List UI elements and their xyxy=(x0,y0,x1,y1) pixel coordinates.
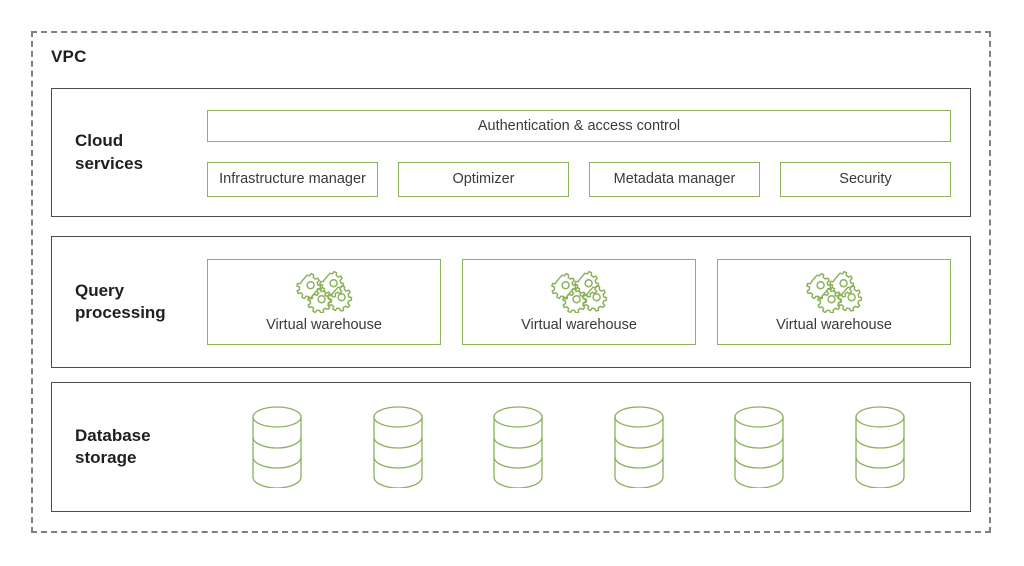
database-cylinder-icon-6[interactable] xyxy=(854,406,906,488)
database-storage-content xyxy=(207,383,970,511)
layer-label-query-processing-line1: Query xyxy=(75,280,125,300)
layer-query-processing: Query processing Virtual warehouse Virtu… xyxy=(51,236,971,368)
layer-cloud-services: Cloud services Authentication & access c… xyxy=(51,88,971,217)
layer-label-database-storage: Database storage xyxy=(52,425,207,470)
gears-icon xyxy=(551,271,608,313)
database-cylinder-icon-5[interactable] xyxy=(733,406,785,488)
service-box-security[interactable]: Security xyxy=(780,161,951,197)
database-cylinder-icon-2[interactable] xyxy=(372,406,424,488)
service-box-metadata-manager[interactable]: Metadata manager xyxy=(589,161,760,197)
cloud-services-content: Authentication & access control Infrastr… xyxy=(207,89,970,216)
virtual-warehouse-3-label: Virtual warehouse xyxy=(776,317,892,333)
virtual-warehouse-1-label: Virtual warehouse xyxy=(266,317,382,333)
cloud-service-row: Infrastructure manager Optimizer Metadat… xyxy=(207,161,951,197)
layer-label-query-processing: Query processing xyxy=(52,280,207,325)
virtual-warehouse-1[interactable]: Virtual warehouse xyxy=(207,259,441,345)
virtual-warehouse-2-label: Virtual warehouse xyxy=(521,317,637,333)
database-cylinder-icon-4[interactable] xyxy=(613,406,665,488)
layer-database-storage: Database storage xyxy=(51,382,971,512)
diagram-canvas: VPC Cloud services Authentication & acce… xyxy=(0,0,1024,566)
auth-access-control-box[interactable]: Authentication & access control xyxy=(207,109,951,142)
virtual-warehouse-3[interactable]: Virtual warehouse xyxy=(717,259,951,345)
layer-label-database-storage-line1: Database xyxy=(75,425,151,445)
gears-icon xyxy=(296,271,353,313)
vpc-title: VPC xyxy=(51,47,87,66)
layer-label-database-storage-line2: storage xyxy=(75,448,137,467)
layer-label-query-processing-line2: processing xyxy=(75,303,166,322)
service-box-infrastructure-manager[interactable]: Infrastructure manager xyxy=(207,161,378,197)
database-cylinder-icon-1[interactable] xyxy=(251,406,303,488)
virtual-warehouse-2[interactable]: Virtual warehouse xyxy=(462,259,696,345)
layer-label-cloud-services-line1: Cloud xyxy=(75,131,124,151)
layer-label-cloud-services: Cloud services xyxy=(52,130,207,175)
layer-label-cloud-services-line2: services xyxy=(75,153,144,173)
query-processing-content: Virtual warehouse Virtual warehouse Virt… xyxy=(207,237,970,367)
database-cylinder-icon-3[interactable] xyxy=(492,406,544,488)
gears-icon xyxy=(806,271,863,313)
service-box-optimizer[interactable]: Optimizer xyxy=(398,161,569,197)
